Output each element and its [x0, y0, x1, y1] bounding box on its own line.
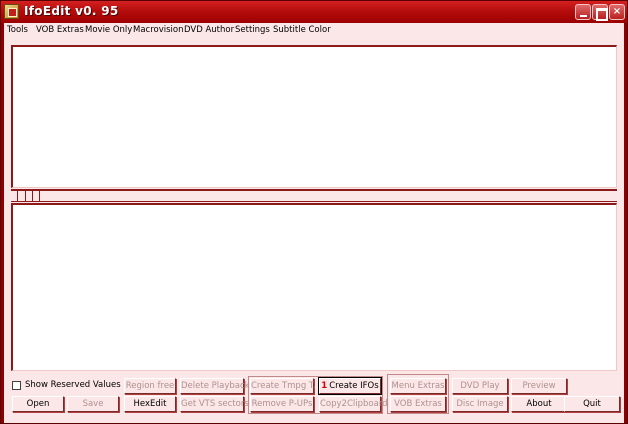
- create-ifos-badge: 1: [321, 381, 328, 391]
- column-header-divider[interactable]: [39, 191, 40, 202]
- title-bar[interactable]: IfoEdit v0. 95 ×: [1, 1, 627, 23]
- delete-playback-button[interactable]: Delete Playback: [180, 378, 250, 394]
- menu-bar: Tools VOB Extras Movie Only Macrovision …: [4, 23, 624, 38]
- minimize-icon[interactable]: [575, 4, 591, 20]
- create-ifos-label: Create IFOs: [329, 381, 379, 391]
- menu-subtitle-color[interactable]: Subtitle Color: [273, 25, 331, 35]
- remove-pups-button[interactable]: Remove P-UPs: [250, 396, 314, 412]
- column-header-divider[interactable]: [17, 191, 18, 202]
- vob-extras-button[interactable]: VOB Extras: [390, 396, 446, 412]
- create-tmpg-button[interactable]: Create Tmpg T.: [250, 378, 316, 394]
- client-area: Tools VOB Extras Movie Only Macrovision …: [4, 23, 624, 423]
- menu-vob-extras[interactable]: VOB Extras: [36, 25, 84, 35]
- menu-macrovision[interactable]: Macrovision: [133, 25, 184, 35]
- get-vts-sectors-button[interactable]: Get VTS sectors: [180, 396, 249, 412]
- hexedit-button[interactable]: HexEdit: [124, 396, 176, 412]
- maximize-icon[interactable]: [592, 4, 608, 21]
- quit-button[interactable]: Quit: [564, 396, 620, 412]
- app-icon[interactable]: [4, 4, 19, 19]
- list-header-splitter[interactable]: [11, 189, 617, 202]
- about-button[interactable]: About: [511, 396, 567, 412]
- region-free-button[interactable]: Region free: [124, 378, 176, 394]
- ifo-details-pane[interactable]: [11, 203, 617, 371]
- menu-dvd-author[interactable]: DVD Author: [184, 25, 234, 35]
- disc-image-button[interactable]: Disc Image: [452, 396, 508, 412]
- column-header-divider[interactable]: [32, 191, 33, 202]
- dvd-play-button[interactable]: DVD Play: [452, 378, 508, 394]
- menu-extras-button[interactable]: Menu Extras: [390, 378, 446, 394]
- column-header-divider[interactable]: [25, 191, 26, 202]
- preview-button[interactable]: Preview: [511, 378, 567, 394]
- show-reserved-values-checkbox[interactable]: [12, 381, 21, 390]
- show-reserved-values-label: Show Reserved Values: [25, 380, 121, 390]
- create-ifos-button[interactable]: 1 Create IFOs: [318, 377, 382, 395]
- menu-movie-only[interactable]: Movie Only: [85, 25, 132, 35]
- close-icon[interactable]: ×: [609, 4, 625, 20]
- ifo-structure-pane[interactable]: [11, 45, 617, 188]
- open-button[interactable]: Open: [12, 396, 64, 412]
- save-button[interactable]: Save: [67, 396, 119, 412]
- menu-settings[interactable]: Settings: [235, 25, 270, 35]
- copy2clipboard-button[interactable]: Copy2Clipboard: [319, 396, 388, 412]
- app-window: IfoEdit v0. 95 × Tools VOB Extras Movie …: [0, 0, 628, 424]
- window-title: IfoEdit v0. 95: [24, 4, 119, 18]
- menu-tools[interactable]: Tools: [7, 25, 28, 35]
